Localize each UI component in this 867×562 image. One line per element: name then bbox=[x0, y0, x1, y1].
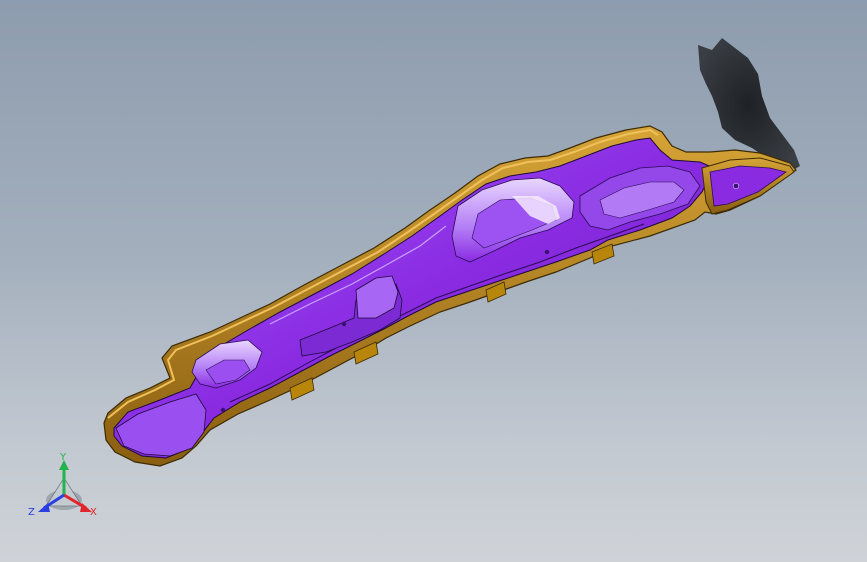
reference-triad: Y X Z bbox=[28, 452, 97, 518]
triad-z-label: Z bbox=[28, 507, 35, 518]
graphics-viewport[interactable]: Y X Z bbox=[0, 0, 867, 562]
triad-z-arrow bbox=[38, 503, 50, 512]
triad-x-label: X bbox=[90, 507, 97, 518]
triad-y-label: Y bbox=[59, 452, 67, 463]
